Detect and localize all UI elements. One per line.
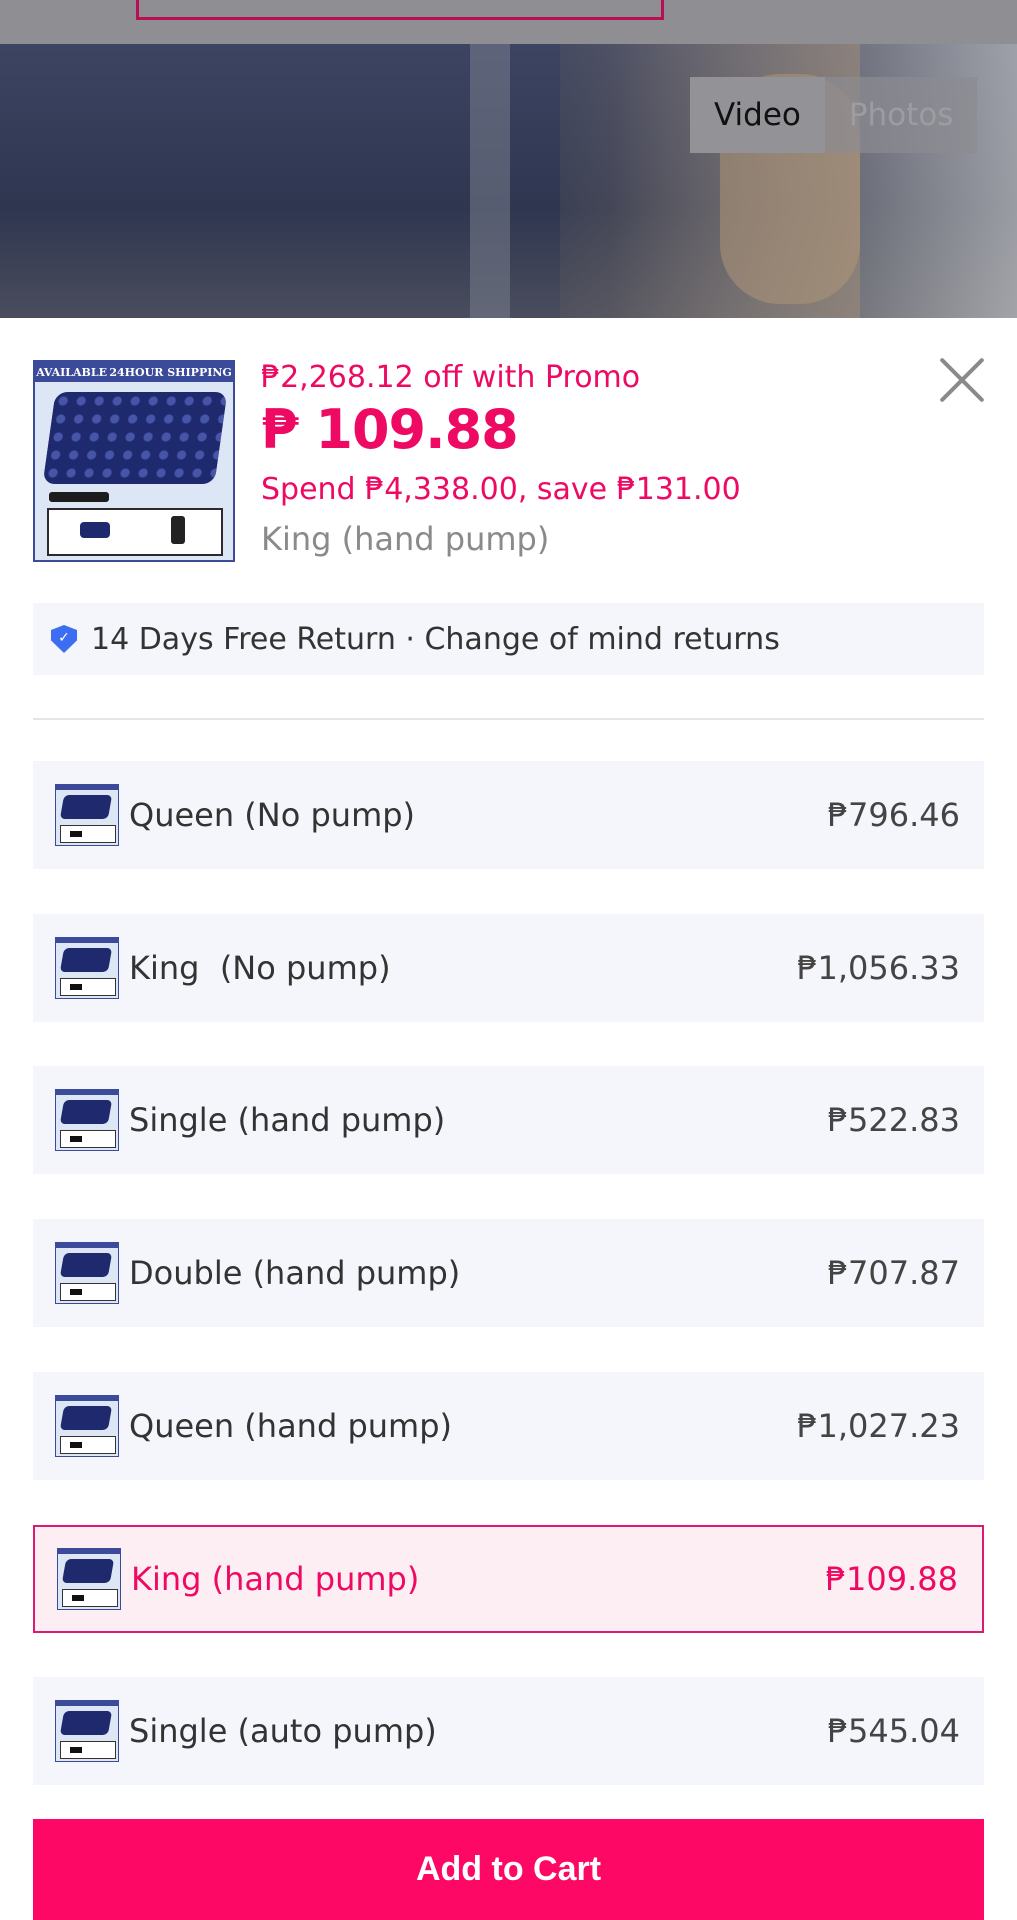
background-top-bar: [0, 0, 1017, 44]
variant-price: ₱545.04: [827, 1712, 960, 1750]
variant-name: Queen (hand pump): [129, 1407, 452, 1445]
variant-name: Queen (No pump): [129, 796, 416, 834]
variant-thumbnail: [55, 1700, 119, 1762]
variant-thumbnail: [55, 1089, 119, 1151]
promo-discount-text: ₱2,268.12 off with Promo: [261, 360, 641, 395]
variant-price: ₱796.46: [827, 796, 960, 834]
variant-thumbnail: [55, 937, 119, 999]
thumbnail-banner-right: 24HOUR SHIPPING: [109, 365, 232, 379]
variant-price: ₱707.87: [827, 1254, 960, 1292]
variant-name: King (hand pump): [131, 1560, 420, 1598]
background-page: Video Photos: [0, 0, 1017, 318]
variant-option-single-hand-pump[interactable]: Single (hand pump) ₱522.83: [33, 1066, 984, 1174]
variant-thumbnail: [57, 1548, 121, 1610]
variant-option-single-auto-pump[interactable]: Single (auto pump) ₱545.04: [33, 1677, 984, 1785]
variant-option-king-no-pump[interactable]: King (No pump) ₱1,056.33: [33, 914, 984, 1022]
variant-option-queen-no-pump[interactable]: Queen (No pump) ₱796.46: [33, 761, 984, 869]
variant-thumbnail: [55, 1242, 119, 1304]
variant-price: ₱1,027.23: [797, 1407, 960, 1445]
thumbnail-banner-left: AVAILABLE: [36, 365, 107, 379]
variant-option-king-hand-pump[interactable]: King (hand pump) ₱109.88: [33, 1525, 984, 1633]
return-policy-banner[interactable]: ✓ 14 Days Free Return · Change of mind r…: [33, 603, 984, 675]
variant-option-double-hand-pump[interactable]: Double (hand pump) ₱707.87: [33, 1219, 984, 1327]
variant-name: Double (hand pump): [129, 1254, 461, 1292]
media-toggle: Video Photos: [690, 77, 978, 153]
background-search-box: [136, 0, 664, 20]
variant-price: ₱522.83: [827, 1101, 960, 1139]
variant-thumbnail: [55, 784, 119, 846]
selected-variant-label: King (hand pump): [261, 520, 550, 558]
current-price: ₱ 109.88: [261, 398, 519, 461]
return-policy-text: 14 Days Free Return · Change of mind ret…: [91, 621, 780, 657]
variant-name: King (No pump): [129, 949, 391, 987]
variant-thumbnail: [55, 1395, 119, 1457]
variant-name: Single (auto pump): [129, 1712, 437, 1750]
thumbnail-banner: AVAILABLE 24HOUR SHIPPING: [35, 362, 233, 382]
spend-save-text: Spend ₱4,338.00, save ₱131.00: [261, 472, 741, 507]
tab-photos[interactable]: Photos: [825, 77, 978, 153]
add-to-cart-button[interactable]: Add to Cart: [33, 1819, 984, 1920]
variant-price: ₱1,056.33: [797, 949, 960, 987]
product-thumbnail: AVAILABLE 24HOUR SHIPPING: [33, 360, 235, 562]
variant-price: ₱109.88: [825, 1560, 958, 1598]
variant-name: Single (hand pump): [129, 1101, 446, 1139]
close-icon[interactable]: [938, 356, 986, 404]
variant-option-queen-hand-pump[interactable]: Queen (hand pump) ₱1,027.23: [33, 1372, 984, 1480]
shield-check-icon: ✓: [51, 625, 77, 653]
variant-sheet: AVAILABLE 24HOUR SHIPPING ₱2,268.12 off …: [0, 318, 1017, 1920]
tab-video[interactable]: Video: [690, 77, 825, 153]
divider: [33, 718, 984, 720]
